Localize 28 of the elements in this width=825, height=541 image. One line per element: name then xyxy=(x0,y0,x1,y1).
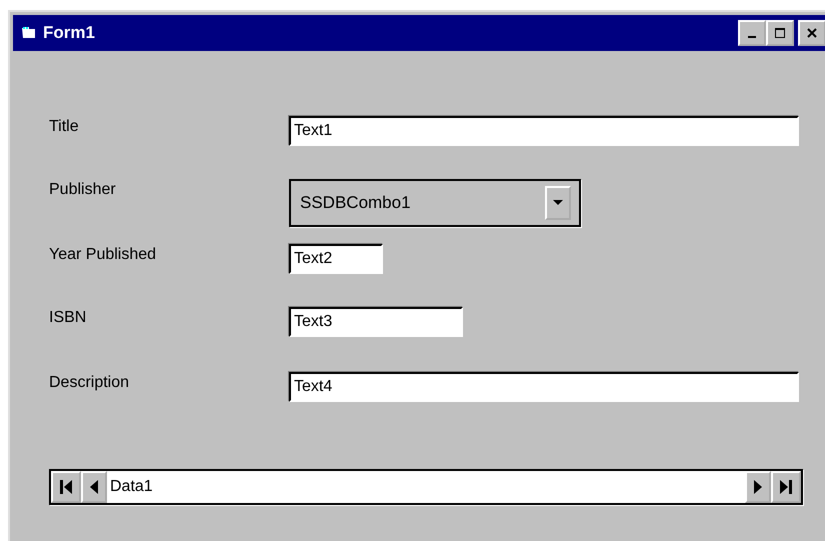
maximize-icon xyxy=(775,28,785,38)
text-field[interactable]: Text3 xyxy=(289,307,463,337)
combo-box[interactable]: SSDBCombo1 xyxy=(289,179,581,227)
next-record-button[interactable] xyxy=(745,471,771,503)
field-label: ISBN xyxy=(49,308,88,327)
form-icon xyxy=(21,26,37,40)
window-title: Form1 xyxy=(43,23,95,43)
minimize-icon xyxy=(748,36,756,38)
text-field[interactable]: Text1 xyxy=(289,116,799,146)
field-label: Publisher xyxy=(49,180,117,199)
first-record-icon xyxy=(59,479,73,495)
field-label: Description xyxy=(49,373,130,392)
field-label: Title xyxy=(49,117,80,136)
text-field[interactable]: Text4 xyxy=(289,372,799,402)
close-button[interactable] xyxy=(798,20,825,46)
data-control[interactable]: Data1 xyxy=(49,469,803,505)
last-record-icon xyxy=(779,479,793,495)
maximize-button[interactable] xyxy=(766,20,794,46)
previous-record-icon xyxy=(89,479,99,495)
data-caption: Data1 xyxy=(109,478,154,496)
text-field[interactable]: Text2 xyxy=(289,244,383,274)
first-record-button[interactable] xyxy=(51,471,81,503)
last-record-button[interactable] xyxy=(771,471,801,503)
previous-record-button[interactable] xyxy=(81,471,107,503)
next-record-icon xyxy=(753,479,763,495)
field-label: Year Published xyxy=(49,245,158,264)
minimize-button[interactable] xyxy=(738,20,766,46)
close-icon xyxy=(807,28,817,38)
